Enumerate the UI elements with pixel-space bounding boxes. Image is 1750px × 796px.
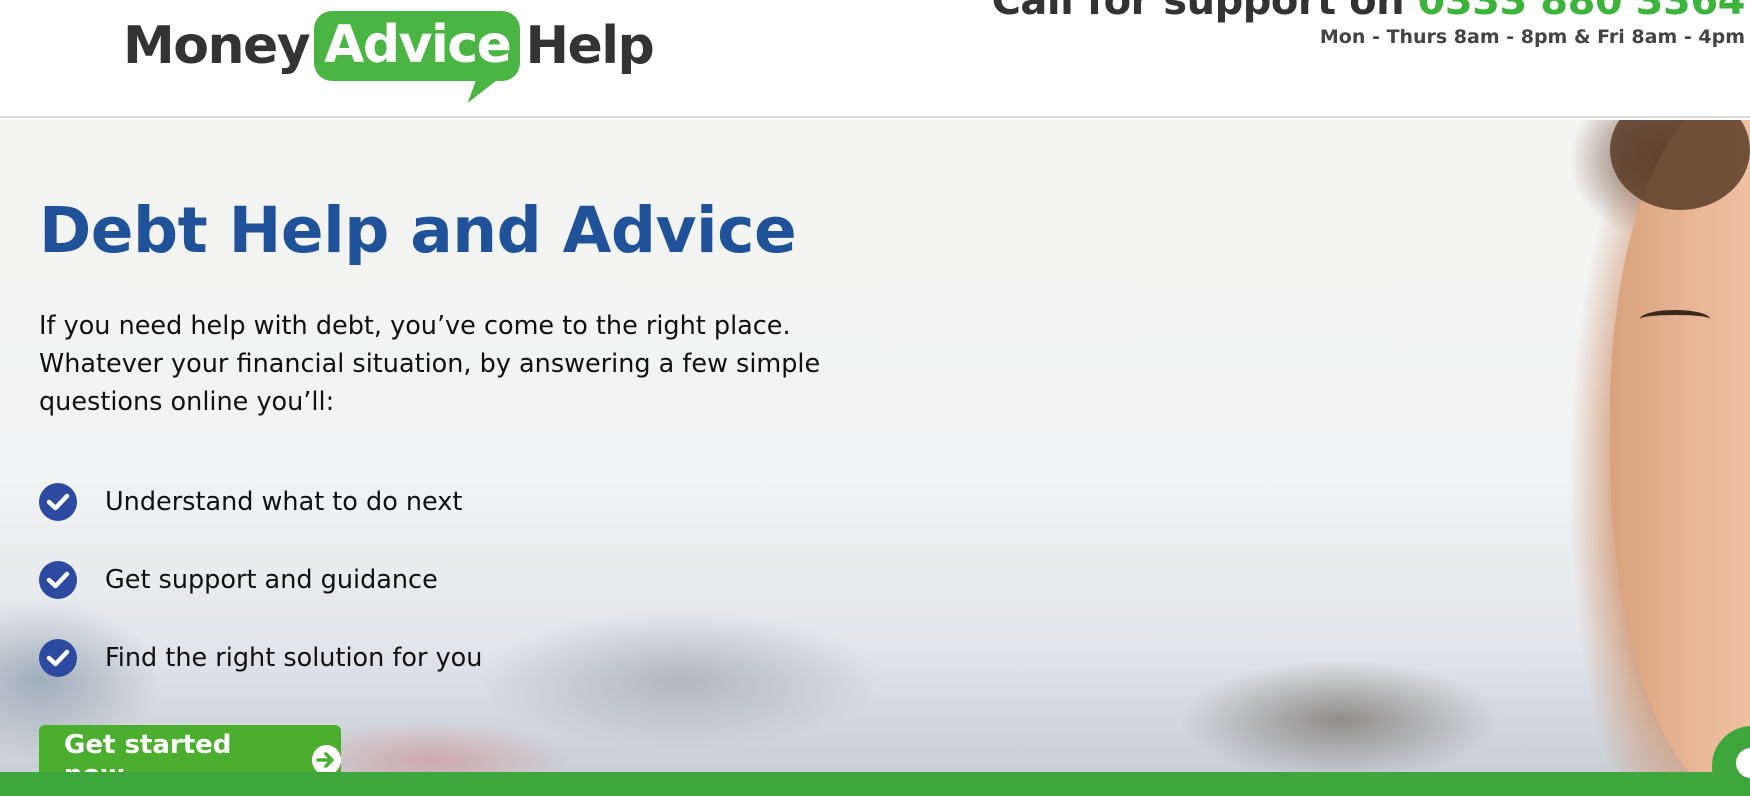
benefit-item: Get support and guidance bbox=[39, 541, 859, 619]
hero-background-photo bbox=[1610, 120, 1750, 772]
benefit-text: Get support and guidance bbox=[105, 565, 438, 596]
support-info: Call for support on 0333 880 3364 Mon - … bbox=[991, 0, 1746, 48]
check-circle-icon bbox=[39, 639, 77, 678]
benefit-item: Find the right solution for you bbox=[39, 619, 859, 697]
chat-icon bbox=[1736, 748, 1750, 778]
benefit-text: Find the right solution for you bbox=[105, 643, 483, 674]
site-logo[interactable]: Money Advice Help bbox=[123, 0, 655, 100]
get-started-label: Get started now bbox=[64, 730, 232, 772]
support-prefix: Call for support on bbox=[991, 0, 1418, 24]
hero-content: Debt Help and Advice If you need help wi… bbox=[39, 196, 859, 697]
hero-intro: If you need help with debt, you’ve come … bbox=[39, 311, 821, 418]
benefit-text: Understand what to do next bbox=[105, 487, 463, 518]
get-started-button[interactable]: Get started now bbox=[39, 725, 341, 772]
hero-section: Debt Help and Advice If you need help wi… bbox=[0, 120, 1750, 772]
logo-word-advice: Advice bbox=[324, 15, 512, 75]
benefit-item: Understand what to do next bbox=[39, 463, 859, 541]
logo-word-money: Money bbox=[123, 16, 311, 76]
support-hours: Mon - Thurs 8am - 8pm & Fri 8am - 4pm bbox=[1319, 26, 1745, 48]
footer-bar bbox=[0, 772, 1750, 796]
site-header: Money Advice Help Call for support on 03… bbox=[0, 0, 1750, 118]
logo-word-help: Help bbox=[525, 16, 654, 76]
support-line: Call for support on 0333 880 3364 bbox=[991, 0, 1746, 24]
benefits-list: Understand what to do next Get support a… bbox=[39, 463, 859, 697]
check-circle-icon bbox=[39, 483, 77, 522]
arrow-circle-right-icon bbox=[311, 745, 341, 772]
logo-speech-bubble: Advice bbox=[314, 11, 521, 81]
page-title: Debt Help and Advice bbox=[39, 194, 797, 267]
check-circle-icon bbox=[39, 561, 77, 600]
hero-photo-eye bbox=[1640, 310, 1710, 328]
support-phone-link[interactable]: 0333 880 3364 bbox=[1417, 0, 1745, 24]
